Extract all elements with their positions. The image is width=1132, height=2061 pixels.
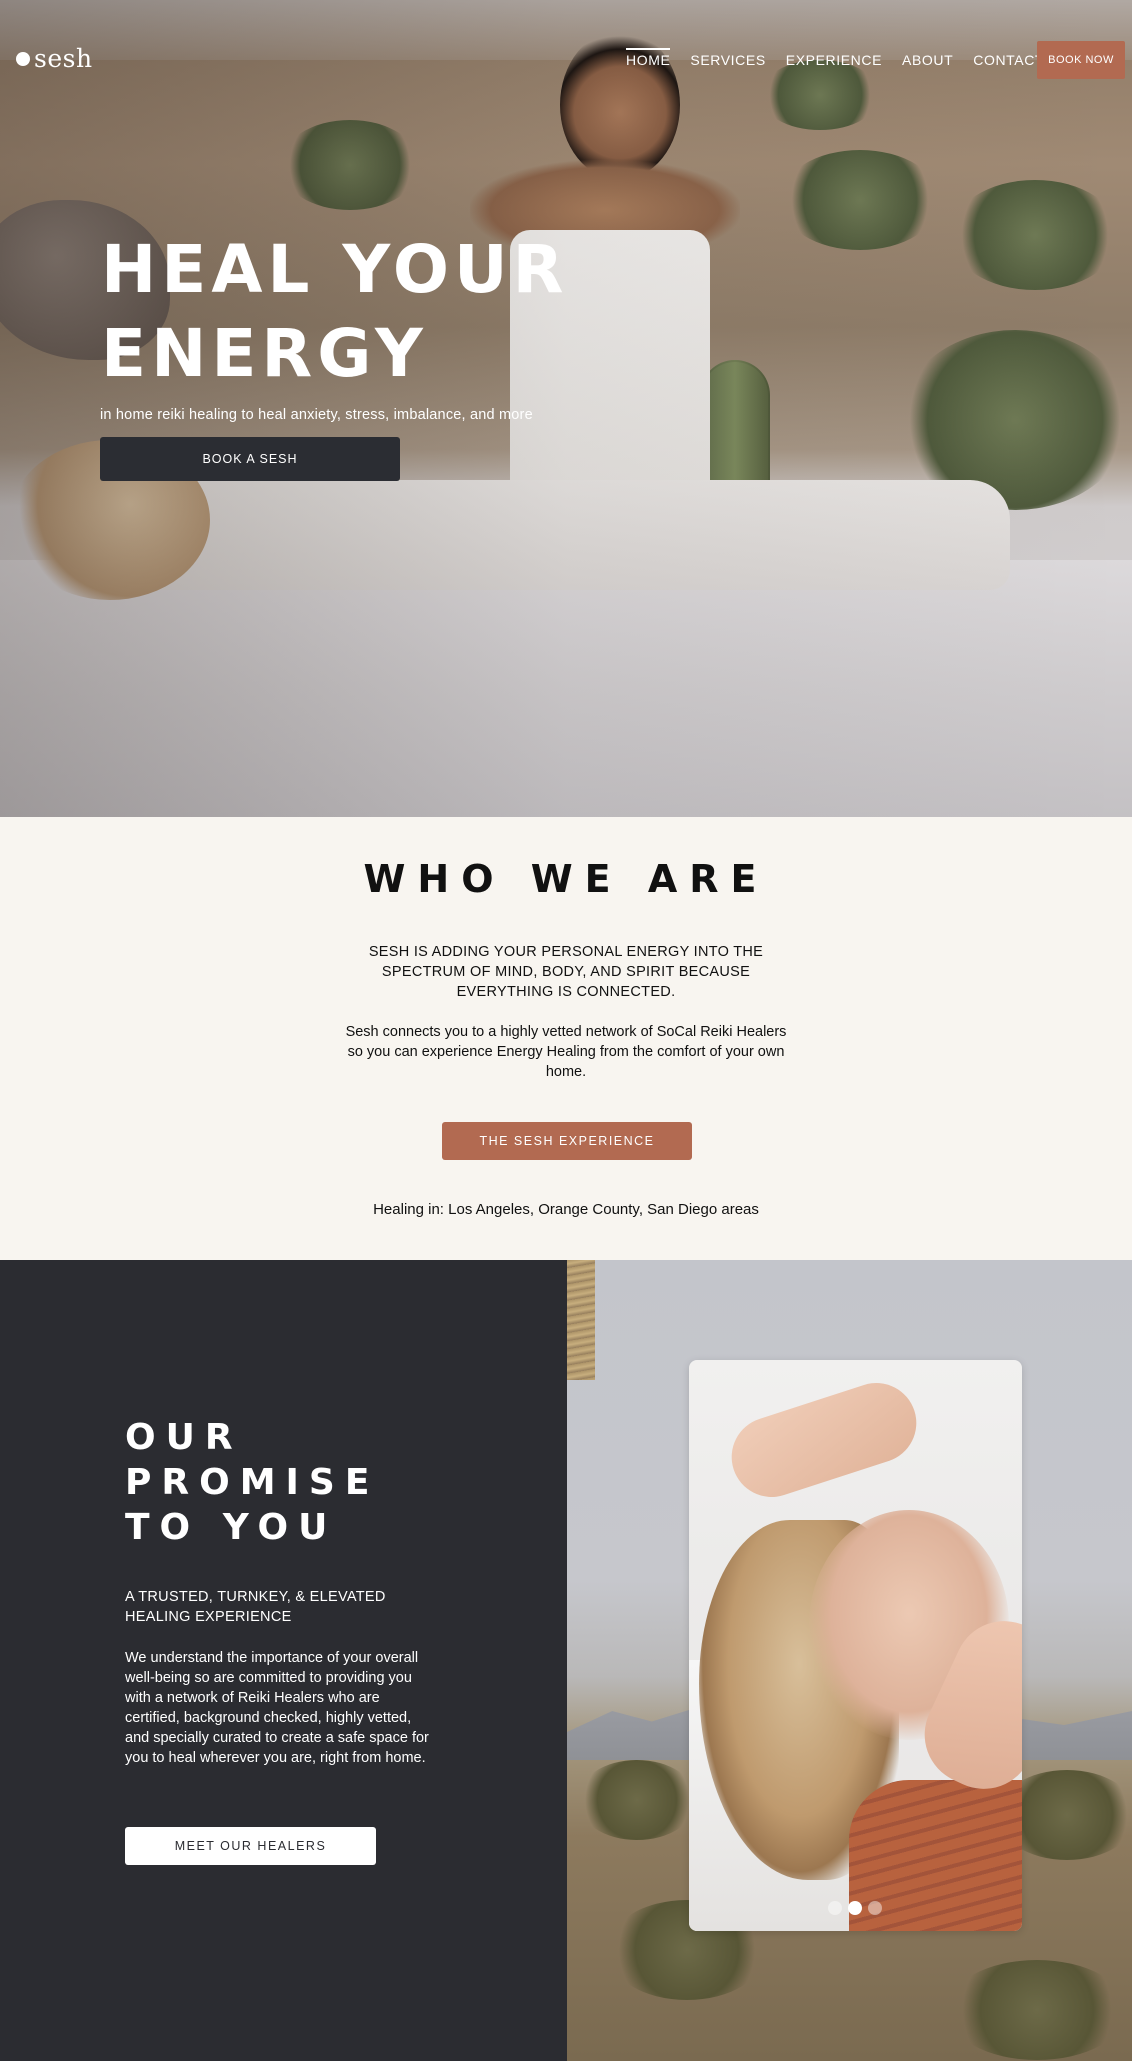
- promise-body: We understand the importance of your ove…: [125, 1650, 429, 1766]
- logo-text: sesh: [34, 44, 93, 73]
- sesh-experience-button[interactable]: THE SESH EXPERIENCE: [442, 1122, 692, 1160]
- hero-section: sesh HOME SERVICES EXPERIENCE ABOUT CONT…: [0, 0, 1132, 817]
- photo-healer-hand: [721, 1372, 927, 1508]
- carousel-dot[interactable]: [868, 1901, 882, 1915]
- hero-subtitle: in home reiki healing to heal anxiety, s…: [100, 407, 533, 423]
- who-we-are-title: WHO WE ARE: [363, 857, 769, 901]
- desert-shrub: [947, 1960, 1127, 2060]
- main-nav: sesh HOME SERVICES EXPERIENCE ABOUT CONT…: [0, 0, 1132, 120]
- promise-section: OUR PROMISE TO YOU A TRUSTED, TURNKEY, &…: [0, 1260, 567, 2061]
- nav-link-home[interactable]: HOME: [626, 48, 671, 72]
- service-areas: Healing in: Los Angeles, Orange County, …: [373, 1201, 759, 1218]
- promise-lead: A TRUSTED, TURNKEY, & ELEVATED HEALING E…: [125, 1589, 386, 1625]
- who-we-are-body: Sesh connects you to a highly vetted net…: [345, 1024, 787, 1080]
- carousel-dot-active[interactable]: [848, 1901, 862, 1915]
- nav-links: HOME SERVICES EXPERIENCE ABOUT CONTACT: [626, 48, 1044, 72]
- carousel-photo[interactable]: [689, 1360, 1022, 1931]
- nav-link-experience[interactable]: EXPERIENCE: [786, 52, 882, 72]
- promise-title: OUR PROMISE TO YOU: [125, 1417, 380, 1548]
- nav-link-about[interactable]: ABOUT: [902, 52, 953, 72]
- hero-title: HEAL YOUR ENERGY: [101, 231, 569, 392]
- palm-frond: [567, 1260, 595, 1380]
- carousel-dots: [828, 1901, 882, 1915]
- carousel-dot[interactable]: [828, 1901, 842, 1915]
- nav-link-contact[interactable]: CONTACT: [973, 52, 1044, 72]
- nav-link-services[interactable]: SERVICES: [690, 52, 765, 72]
- who-we-are-lead: SESH IS ADDING YOUR PERSONAL ENERGY INTO…: [368, 944, 764, 1000]
- book-now-button[interactable]: BOOK NOW: [1037, 41, 1125, 79]
- meet-our-healers-button[interactable]: MEET OUR HEALERS: [125, 1827, 376, 1865]
- who-we-are-section: WHO WE ARE SESH IS ADDING YOUR PERSONAL …: [0, 817, 1132, 1260]
- logo[interactable]: sesh: [16, 44, 93, 73]
- logo-dot-icon: [16, 51, 30, 66]
- desert-shrub: [577, 1760, 697, 1840]
- book-a-sesh-button[interactable]: BOOK A SESH: [100, 437, 400, 481]
